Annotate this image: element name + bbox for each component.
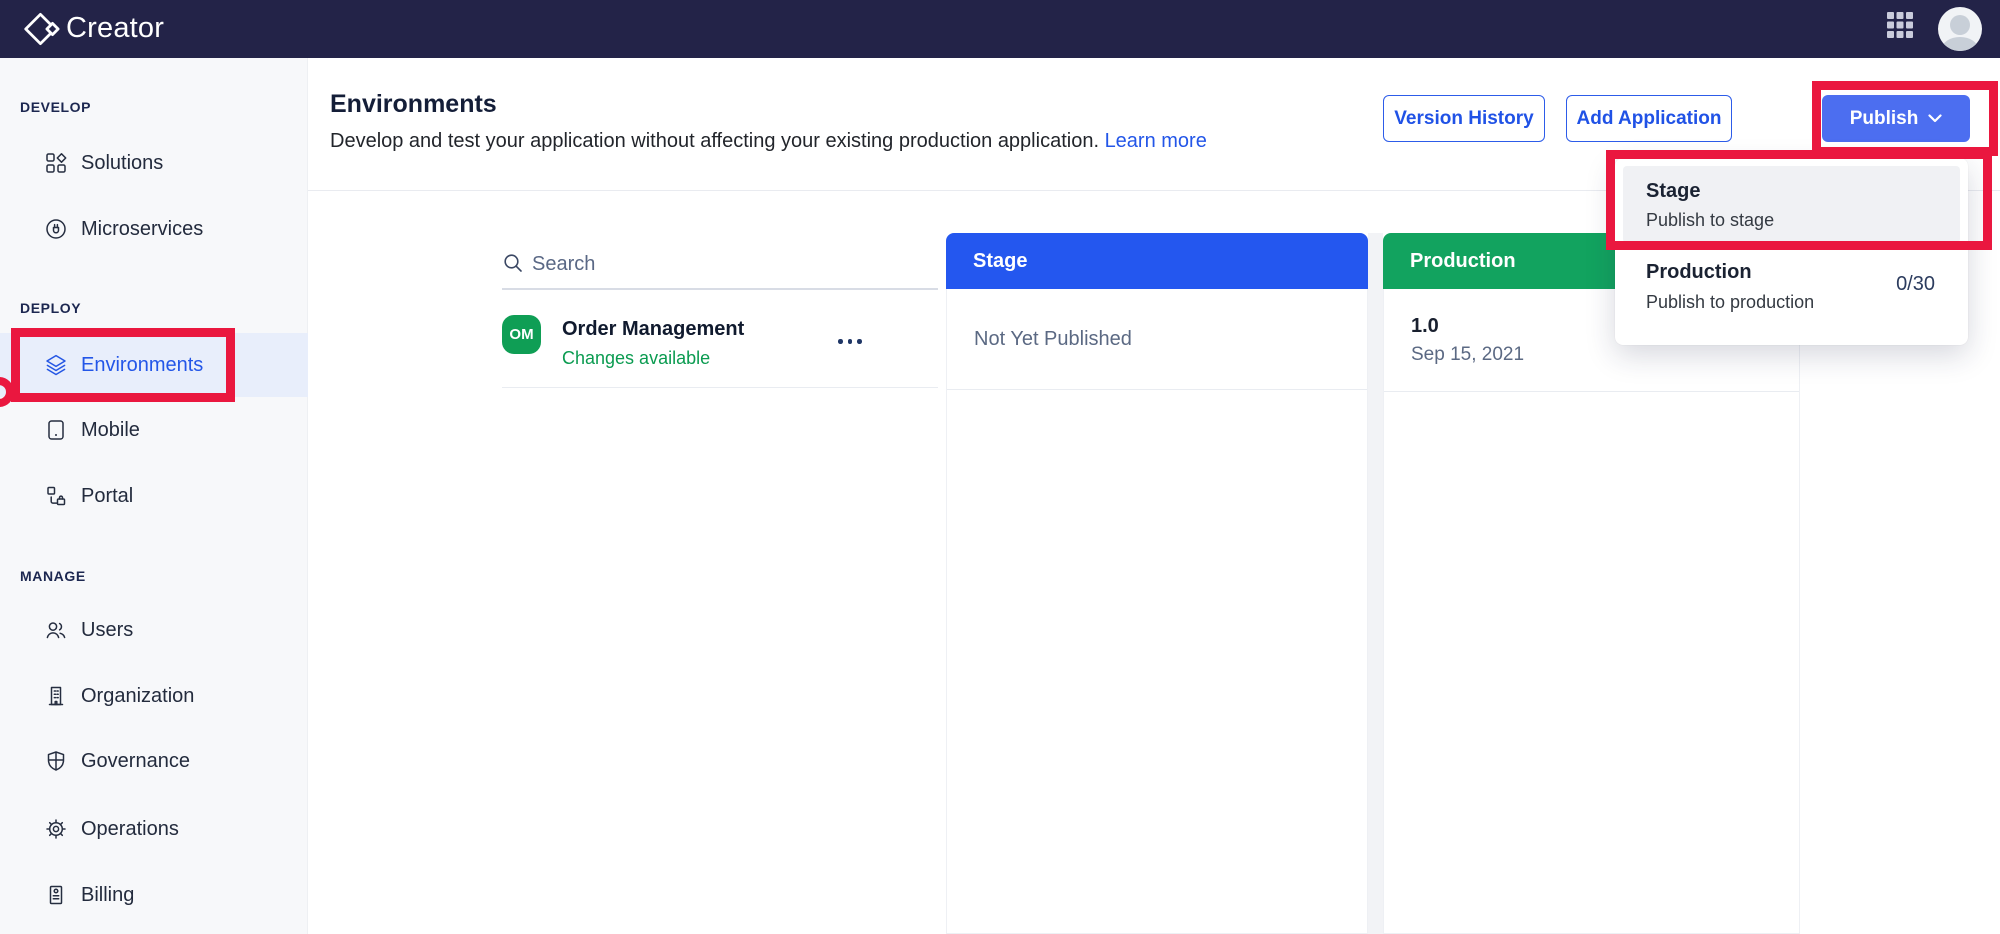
page-title: Environments (330, 90, 497, 118)
microservices-icon (44, 217, 68, 241)
sidebar-item-operations[interactable]: Operations (0, 814, 308, 844)
sidebar-item-label: Operations (81, 817, 179, 840)
publish-dropdown-menu: Stage Publish to stage Production Publis… (1615, 158, 1968, 345)
menu-item-production-subtitle: Publish to production (1646, 292, 1815, 312)
avatar-torso (1942, 37, 1978, 51)
app-name: Order Management (562, 318, 745, 340)
menu-item-stage[interactable]: Stage Publish to stage (1623, 166, 1960, 243)
stage-column-header: Stage (946, 233, 1368, 289)
left-sidebar: DEVELOP Solutions Microservices DEPLOY E… (0, 58, 308, 934)
billing-icon (44, 883, 68, 907)
portal-icon (44, 484, 68, 508)
sidebar-item-label: Billing (81, 883, 135, 906)
chevron-down-icon (1928, 114, 1942, 123)
menu-item-stage-subtitle: Publish to stage (1646, 210, 1775, 230)
sidebar-item-label: Organization (81, 684, 195, 707)
sidebar-item-label: Environments (81, 353, 204, 376)
menu-item-stage-title: Stage (1646, 180, 1701, 202)
description-text: Develop and test your application withou… (330, 130, 1099, 152)
sidebar-item-mobile[interactable]: Mobile (0, 415, 308, 445)
column-gap (1368, 233, 1383, 934)
stage-column: Stage Not Yet Published (946, 233, 1368, 934)
sidebar-item-users[interactable]: Users (0, 615, 308, 645)
app-status-changes-available: Changes available (562, 348, 711, 368)
sidebar-item-governance[interactable]: Governance (0, 746, 308, 776)
governance-icon (44, 749, 68, 773)
sidebar-item-label: Mobile (81, 418, 140, 441)
section-develop: DEVELOP (20, 99, 92, 115)
section-manage: MANAGE (20, 568, 86, 584)
sidebar-item-portal[interactable]: Portal (0, 481, 308, 511)
brand-title: Creator (66, 12, 165, 44)
app-search (502, 248, 938, 290)
sidebar-item-solutions[interactable]: Solutions (0, 148, 308, 178)
page-description: Develop and test your application withou… (330, 130, 1207, 153)
menu-item-production[interactable]: Production Publish to production 0/30 (1623, 251, 1960, 337)
sidebar-item-organization[interactable]: Organization (0, 681, 308, 711)
version-history-button[interactable]: Version History (1383, 95, 1545, 142)
production-publish-date: Sep 15, 2021 (1411, 343, 1525, 365)
sidebar-item-label: Users (81, 618, 134, 641)
app-avatar: OM (502, 315, 541, 354)
publish-button-label: Publish (1849, 107, 1919, 129)
search-input[interactable] (532, 248, 922, 280)
environments-icon (44, 353, 68, 377)
creator-environments-page: Creator DEVELOP Solutions Microservices … (0, 0, 2000, 934)
stage-cell: Not Yet Published (947, 289, 1367, 390)
avatar-head (1950, 15, 1970, 35)
search-underline (502, 288, 938, 290)
more-options-icon[interactable] (832, 333, 868, 350)
publish-button[interactable]: Publish (1822, 95, 1970, 142)
sidebar-item-environments[interactable]: Environments (0, 333, 308, 397)
app-row-order-management[interactable]: OM Order Management Changes available (502, 313, 938, 388)
sidebar-item-label: Portal (81, 484, 134, 507)
sidebar-item-label: Governance (81, 749, 190, 772)
production-quota-badge: 0/30 (1896, 273, 1935, 295)
top-navbar: Creator (0, 0, 2000, 58)
section-deploy: DEPLOY (20, 300, 82, 316)
organization-icon (44, 684, 68, 708)
learn-more-link[interactable]: Learn more (1105, 130, 1207, 152)
user-avatar[interactable] (1938, 7, 1982, 51)
production-column-body: 1.0 Sep 15, 2021 (1383, 289, 1800, 934)
users-icon (44, 618, 68, 642)
mobile-icon (44, 418, 68, 442)
sidebar-item-billing[interactable]: Billing (0, 880, 308, 910)
sidebar-item-label: Solutions (81, 151, 164, 174)
creator-logo-icon (24, 11, 62, 52)
stage-column-body: Not Yet Published (946, 289, 1368, 934)
search-icon (504, 254, 522, 272)
sidebar-item-label: Microservices (81, 217, 204, 240)
menu-item-production-title: Production (1646, 261, 1752, 283)
add-application-button[interactable]: Add Application (1566, 95, 1732, 142)
apps-grid-icon[interactable] (1887, 12, 1913, 38)
solutions-icon (44, 151, 68, 175)
operations-icon (44, 817, 68, 841)
sidebar-item-microservices[interactable]: Microservices (0, 214, 308, 244)
